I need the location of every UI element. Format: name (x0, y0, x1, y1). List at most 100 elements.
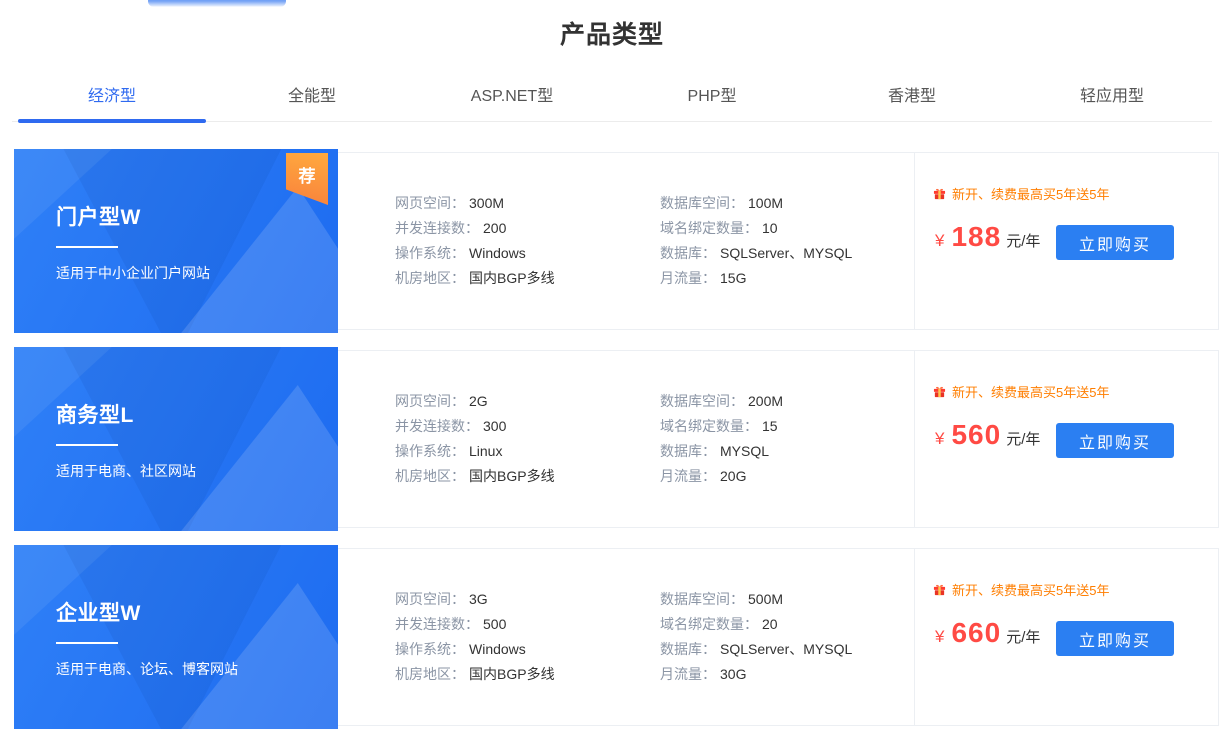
gift-icon (933, 188, 946, 200)
spec-value: 10 (762, 220, 778, 236)
spec-label: 数据库空间： (660, 393, 744, 409)
spec-label: 网页空间： (395, 195, 465, 211)
product-card: 门户型W 适用于中小企业门户网站 荐 网页空间： 300M 并发连接数： 200 操… (14, 149, 1219, 333)
spec-line: 网页空间： 300M (395, 191, 660, 216)
spec-label: 月流量： (660, 666, 716, 682)
spec-line: 月流量： 15G (660, 266, 852, 291)
price-unit: 元/年 (1006, 629, 1041, 646)
tab-label: PHP型 (687, 88, 737, 105)
tab-label: ASP.NET型 (470, 88, 554, 105)
recommended-badge-label: 荐 (298, 167, 316, 186)
tab-1[interactable]: 全能型 (212, 67, 412, 121)
spec-col-right: 数据库空间： 100M 域名绑定数量： 10 数据库： SQLServer、MYSQL… (660, 153, 852, 329)
spec-line: 域名绑定数量： 10 (660, 216, 852, 241)
spec-line: 数据库： SQLServer、MYSQL (660, 241, 852, 266)
spec-line: 机房地区： 国内BGP多线 (395, 266, 660, 291)
spec-value: SQLServer、MYSQL (720, 641, 853, 657)
spec-value: 500 (483, 616, 507, 632)
product-banner: 门户型W 适用于中小企业门户网站 荐 (14, 149, 338, 333)
spec-col-right: 数据库空间： 500M 域名绑定数量： 20 数据库： SQLServer、MYSQL… (660, 549, 852, 725)
spec-label: 网页空间： (395, 591, 465, 607)
currency-symbol: ¥ (935, 231, 945, 250)
buy-now-button[interactable]: 立即购买 (1056, 423, 1174, 458)
spec-line: 并发连接数： 200 (395, 216, 660, 241)
spec-label: 操作系统： (395, 443, 465, 459)
spec-line: 操作系统： Linux (395, 439, 660, 464)
spec-value: Windows (469, 245, 526, 261)
product-description: 适用于中小企业门户网站 (56, 265, 210, 281)
promo-line: 新开、续费最高买5年送5年 (933, 382, 1109, 401)
spec-label: 机房地区： (395, 270, 465, 286)
promo-line: 新开、续费最高买5年送5年 (933, 184, 1109, 203)
price: ¥ 188 元/年 (935, 221, 1040, 253)
spec-value: SQLServer、MYSQL (720, 245, 853, 261)
tab-3[interactable]: PHP型 (612, 67, 812, 121)
price-unit: 元/年 (1006, 233, 1041, 250)
tab-5[interactable]: 轻应用型 (1012, 67, 1212, 121)
gift-icon (933, 584, 946, 596)
product-card: 企业型W 适用于电商、论坛、博客网站 网页空间： 3G 并发连接数： 500 操作系… (14, 545, 1219, 729)
spec-label: 数据库空间： (660, 591, 744, 607)
title-underline (56, 642, 118, 644)
spec-label: 数据库： (660, 443, 716, 459)
price-amount: 188 (951, 221, 1002, 252)
spec-line: 数据库空间： 100M (660, 191, 852, 216)
spec-line: 数据库： SQLServer、MYSQL (660, 637, 852, 662)
active-tab-underline (18, 119, 206, 123)
spec-line: 机房地区： 国内BGP多线 (395, 662, 660, 687)
tab-label: 轻应用型 (1079, 88, 1144, 105)
product-list: 门户型W 适用于中小企业门户网站 荐 网页空间： 300M 并发连接数： 200 操… (14, 149, 1219, 729)
spec-value: Linux (469, 443, 503, 459)
spec-col-left: 网页空间： 300M 并发连接数： 200 操作系统： Windows 机房地区： 国内… (395, 153, 660, 329)
spec-label: 并发连接数： (395, 418, 479, 434)
spec-value: 国内BGP多线 (469, 270, 555, 286)
currency-symbol: ¥ (935, 627, 945, 646)
spec-line: 数据库空间： 500M (660, 587, 852, 612)
spec-area: 网页空间： 3G 并发连接数： 500 操作系统： Windows 机房地区： 国内BG… (338, 549, 914, 725)
page-title: 产品类型 (559, 21, 664, 49)
spec-value: 20 (762, 616, 778, 632)
spec-line: 网页空间： 2G (395, 389, 660, 414)
spec-line: 网页空间： 3G (395, 587, 660, 612)
spec-value: 20G (720, 468, 747, 484)
spec-label: 机房地区： (395, 468, 465, 484)
product-name: 企业型W (56, 602, 141, 625)
spec-label: 并发连接数： (395, 616, 479, 632)
banner-content: 商务型L 适用于电商、社区网站 (14, 347, 338, 481)
product-description: 适用于电商、社区网站 (56, 463, 196, 479)
promo-text: 新开、续费最高买5年送5年 (952, 187, 1110, 202)
tab-label: 香港型 (887, 88, 936, 105)
spec-area: 网页空间： 300M 并发连接数： 200 操作系统： Windows 机房地区： 国内… (338, 153, 914, 329)
product-banner: 企业型W 适用于电商、论坛、博客网站 (14, 545, 338, 729)
price-unit: 元/年 (1006, 431, 1041, 448)
buy-now-button[interactable]: 立即购买 (1056, 621, 1174, 656)
spec-value: 15 (762, 418, 778, 434)
gift-icon (933, 386, 946, 398)
promo-text: 新开、续费最高买5年送5年 (952, 385, 1110, 400)
spec-value: 200M (748, 393, 784, 409)
spec-value: 国内BGP多线 (469, 468, 555, 484)
spec-col-left: 网页空间： 2G 并发连接数： 300 操作系统： Linux 机房地区： 国内BGP多… (395, 351, 660, 527)
spec-label: 网页空间： (395, 393, 465, 409)
spec-value: 200 (483, 220, 507, 236)
tab-0[interactable]: 经济型 (12, 67, 212, 123)
product-name: 门户型W (56, 206, 141, 229)
product-banner: 商务型L 适用于电商、社区网站 (14, 347, 338, 531)
spec-line: 并发连接数： 300 (395, 414, 660, 439)
spec-area: 网页空间： 2G 并发连接数： 300 操作系统： Linux 机房地区： 国内BGP多… (338, 351, 914, 527)
spec-label: 域名绑定数量： (660, 418, 758, 434)
spec-line: 操作系统： Windows (395, 241, 660, 266)
cutoff-blue-bar (148, 0, 286, 7)
buy-now-button[interactable]: 立即购买 (1056, 225, 1174, 260)
spec-line: 数据库空间： 200M (660, 389, 783, 414)
tab-2[interactable]: ASP.NET型 (412, 67, 612, 121)
spec-value: 15G (720, 270, 747, 286)
tab-4[interactable]: 香港型 (812, 67, 1012, 121)
currency-symbol: ¥ (935, 429, 945, 448)
spec-line: 机房地区： 国内BGP多线 (395, 464, 660, 489)
page: 产品类型 经济型 全能型 ASP.NET型 PHP型 香港型 轻应用型 门户型W (0, 0, 1224, 735)
spec-label: 机房地区： (395, 666, 465, 682)
spec-line: 域名绑定数量： 20 (660, 612, 852, 637)
spec-value: 100M (748, 195, 784, 211)
promo-line: 新开、续费最高买5年送5年 (933, 580, 1109, 599)
